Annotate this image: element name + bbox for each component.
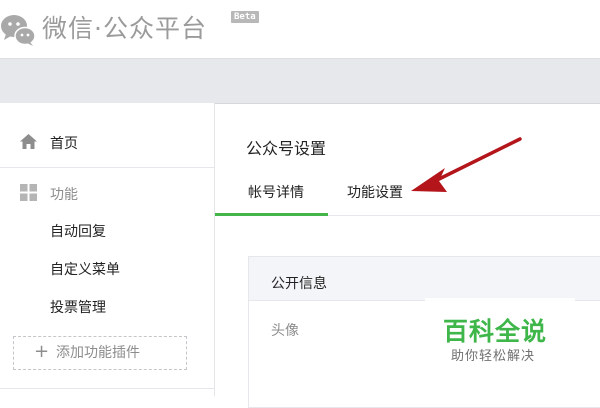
tab-account-details[interactable]: 帐号详情 bbox=[248, 182, 304, 202]
page-title: 公众号设置 bbox=[246, 139, 327, 158]
add-plugin-button[interactable]: + 添加功能插件 bbox=[13, 336, 187, 370]
sidebar-item-vote-management[interactable]: 投票管理 bbox=[50, 297, 106, 317]
top-navigation-bar bbox=[0, 58, 600, 104]
grid-icon bbox=[20, 184, 37, 201]
home-icon bbox=[20, 134, 37, 149]
add-plugin-label: 添加功能插件 bbox=[56, 345, 140, 361]
watermark-title: 百科全说 bbox=[443, 317, 548, 346]
active-tab-indicator bbox=[215, 213, 328, 216]
avatar-label: 头像 bbox=[271, 323, 299, 339]
annotation-arrow-icon bbox=[411, 137, 522, 192]
sidebar-item-auto-reply[interactable]: 自动回复 bbox=[50, 221, 106, 241]
sidebar-section-function: 功能 bbox=[50, 187, 78, 203]
app-title[interactable]: 微信·公众平台 bbox=[42, 9, 207, 45]
header: 微信·公众平台 Beta bbox=[0, 0, 600, 58]
card-header-title: 公开信息 bbox=[271, 276, 327, 292]
tab-function-settings[interactable]: 功能设置 bbox=[347, 182, 403, 202]
beta-badge: Beta bbox=[231, 11, 259, 23]
watermark: 百科全说 助你轻松解决 bbox=[425, 298, 575, 366]
wechat-logo-icon[interactable] bbox=[0, 12, 36, 48]
sidebar: 首页 功能 自动回复 自定义菜单 投票管理 + 添加功能插件 bbox=[0, 103, 215, 396]
sidebar-item-home-label[interactable]: 首页 bbox=[50, 133, 78, 153]
plus-icon: + bbox=[34, 341, 50, 362]
sidebar-item-custom-menu[interactable]: 自定义菜单 bbox=[50, 259, 120, 279]
watermark-subtitle: 助你轻松解决 bbox=[451, 349, 536, 364]
divider bbox=[0, 388, 214, 389]
card-header: 公开信息 bbox=[249, 257, 600, 301]
